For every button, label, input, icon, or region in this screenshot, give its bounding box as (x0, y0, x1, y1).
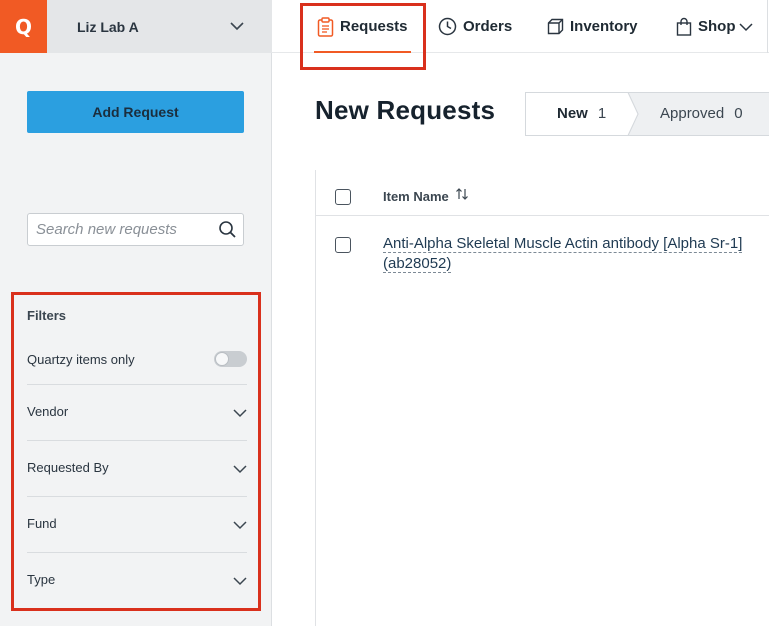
nav-shop-label: Shop (698, 18, 736, 35)
nav-requests-label: Requests (340, 18, 408, 35)
filter-vendor[interactable]: Vendor (27, 384, 247, 440)
item-name: Anti-Alpha Skeletal Muscle Actin antibod… (383, 235, 743, 273)
chevron-down-icon (738, 22, 753, 31)
nav-requests[interactable]: Requests (317, 0, 408, 53)
chevron-down-icon (233, 465, 247, 474)
box-icon (547, 18, 564, 35)
filters-title: Filters (27, 308, 67, 323)
select-all-checkbox[interactable] (335, 189, 351, 205)
tab-approved[interactable]: Approved 0 (660, 105, 743, 122)
column-item-name[interactable]: Item Name (383, 189, 449, 204)
nav-inventory-label: Inventory (570, 18, 638, 35)
filter-vendor-label: Vendor (27, 404, 69, 419)
shopping-bag-icon (676, 17, 692, 36)
tab-approved-label: Approved (660, 105, 725, 122)
clock-icon (438, 17, 457, 36)
toggle-knob (215, 352, 229, 366)
search-icon[interactable] (218, 220, 237, 239)
clipboard-icon (317, 16, 334, 37)
tab-approved-count: 0 (734, 105, 743, 122)
filter-fund-label: Fund (27, 516, 57, 531)
app-root: Q Liz Lab A Add Request Filters Quartzy … (0, 0, 769, 626)
tab-new-count: 1 (597, 105, 607, 122)
add-request-button[interactable]: Add Request (27, 91, 244, 133)
table-row-item-link[interactable]: Anti-Alpha Skeletal Muscle Actin antibod… (383, 234, 763, 274)
active-tab-underline (314, 51, 411, 53)
sidebar: Q Liz Lab A Add Request Filters Quartzy … (0, 0, 272, 626)
filter-fund[interactable]: Fund (27, 496, 247, 552)
nav-shop[interactable]: Shop (676, 0, 753, 53)
chevron-down-icon (233, 521, 247, 530)
filter-type[interactable]: Type (27, 552, 247, 608)
lab-selector[interactable]: Liz Lab A (47, 0, 272, 53)
search-input[interactable] (36, 214, 211, 245)
tab-new-label: New (557, 105, 588, 122)
row-checkbox[interactable] (335, 237, 351, 253)
top-navigation: Requests Orders Inventory Shop (272, 0, 769, 70)
lab-name: Liz Lab A (77, 18, 139, 35)
filters-panel: Filters Quartzy items only Vendor Reques… (11, 292, 261, 611)
filter-requested-by[interactable]: Requested By (27, 440, 247, 496)
table-header: Item Name (316, 170, 769, 216)
nav-inventory[interactable]: Inventory (547, 0, 638, 53)
sort-icon[interactable] (455, 187, 469, 201)
logo-letter: Q (14, 14, 32, 39)
status-tabs: New 1 Approved 0 (525, 92, 769, 136)
divider (767, 0, 768, 53)
requests-table: Item Name Anti-Alpha Skeletal Muscle Act… (315, 170, 769, 626)
chevron-down-icon (233, 409, 247, 418)
search-box (27, 213, 244, 246)
quartzy-items-toggle-row: Quartzy items only (27, 348, 247, 372)
quartzy-logo[interactable]: Q (0, 0, 47, 53)
quartzy-items-toggle[interactable] (214, 351, 247, 367)
filter-requested-by-label: Requested By (27, 460, 109, 475)
chevron-down-icon (230, 22, 244, 31)
page-title: New Requests (315, 95, 496, 125)
nav-orders[interactable]: Orders (438, 0, 512, 53)
filter-type-label: Type (27, 572, 56, 587)
tab-new[interactable]: New 1 (557, 105, 606, 122)
quartzy-items-label: Quartzy items only (27, 352, 135, 367)
chevron-down-icon (233, 577, 247, 586)
nav-orders-label: Orders (463, 18, 513, 35)
